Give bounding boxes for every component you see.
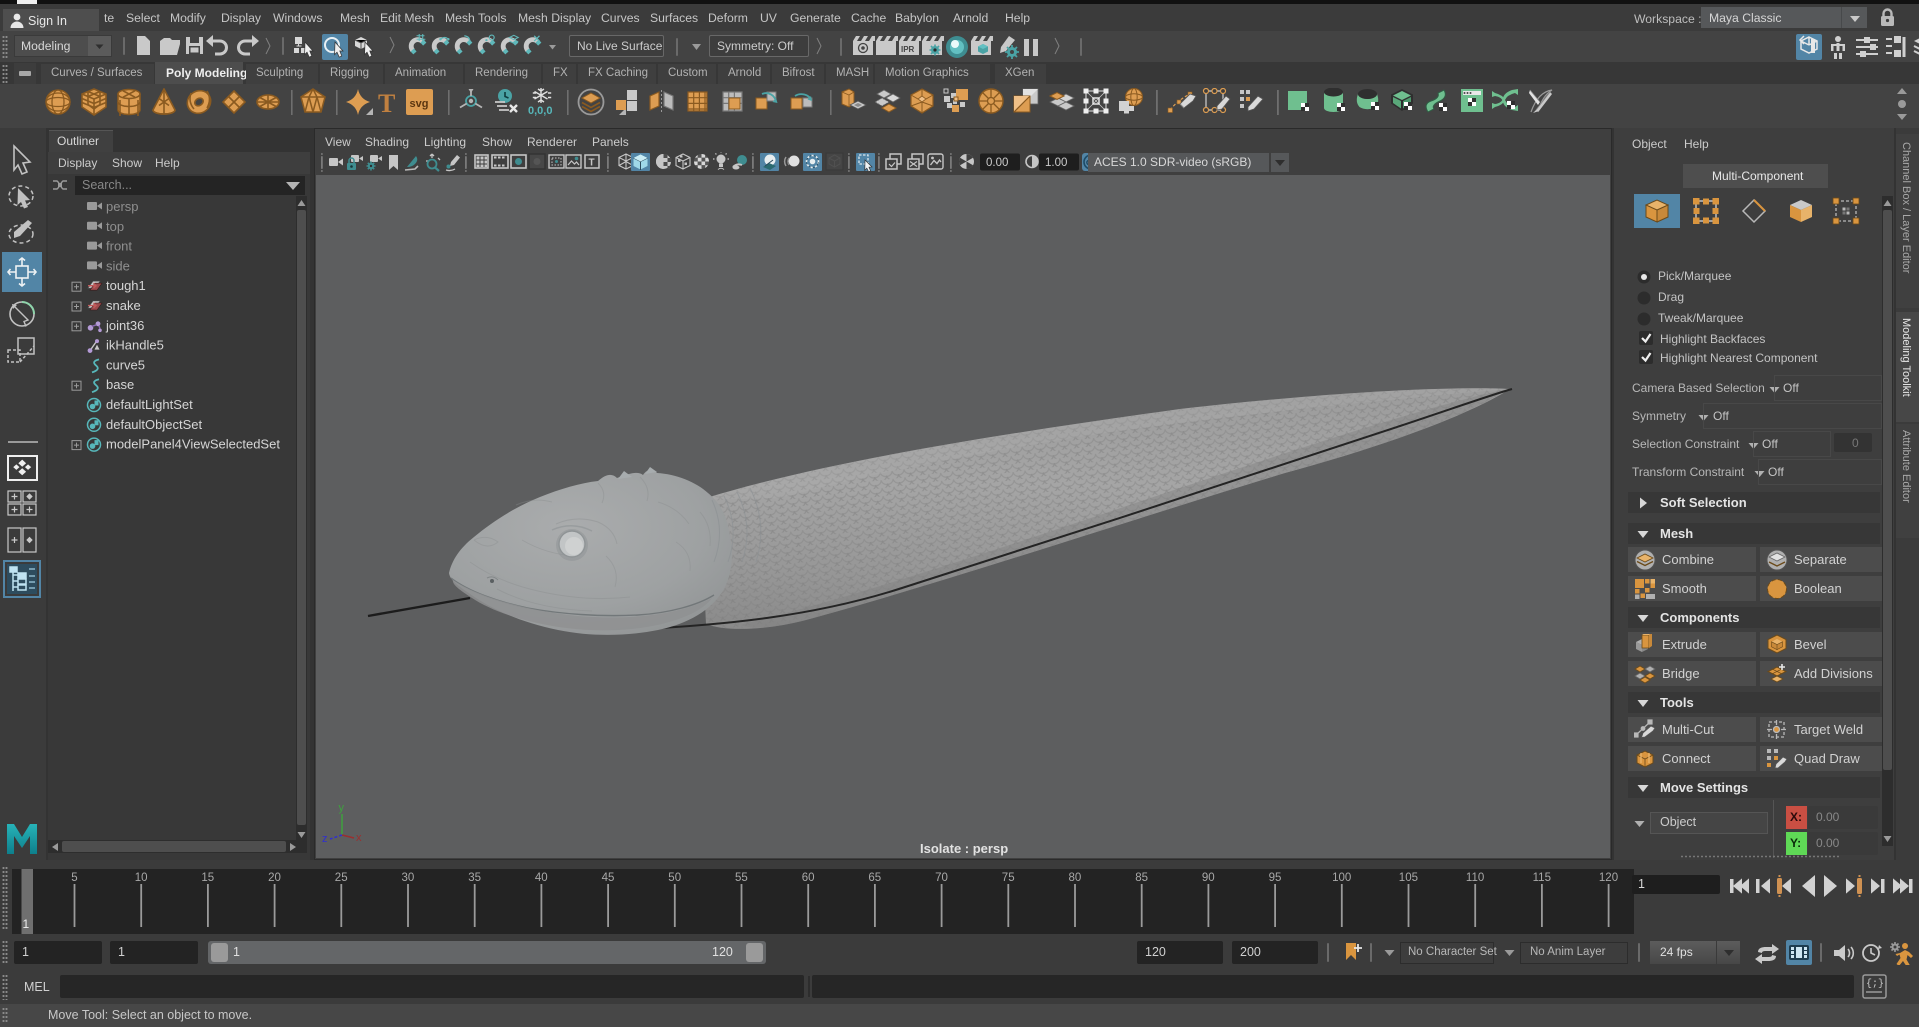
svg-text:defaultObjectSet: defaultObjectSet bbox=[106, 417, 203, 432]
svg-text:joint36: joint36 bbox=[105, 318, 144, 333]
svg-text:80: 80 bbox=[1069, 872, 1082, 884]
svg-text:0.00: 0.00 bbox=[986, 157, 1008, 169]
svg-text:120: 120 bbox=[1599, 872, 1618, 884]
svg-text:90: 90 bbox=[1202, 872, 1215, 884]
svg-text:65: 65 bbox=[868, 872, 881, 884]
svg-text:0,0,0: 0,0,0 bbox=[528, 105, 552, 117]
svg-text:z: z bbox=[322, 833, 328, 845]
svg-text:105: 105 bbox=[1399, 872, 1418, 884]
svg-text:40: 40 bbox=[535, 872, 548, 884]
svg-text:x: x bbox=[356, 832, 362, 844]
svg-text:front: front bbox=[106, 239, 132, 254]
svg-text:T: T bbox=[589, 158, 595, 169]
svg-text:IPR: IPR bbox=[901, 45, 915, 54]
svg-text:1: 1 bbox=[23, 917, 30, 931]
svg-text:curve5: curve5 bbox=[106, 357, 145, 372]
svg-text:5: 5 bbox=[71, 872, 77, 884]
svg-text:snake: snake bbox=[106, 298, 141, 313]
svg-text:base: base bbox=[106, 377, 134, 392]
svg-text:persp: persp bbox=[106, 199, 139, 214]
svg-text:95: 95 bbox=[1269, 872, 1282, 884]
svg-text:modelPanel4ViewSelectedSet: modelPanel4ViewSelectedSet bbox=[106, 437, 280, 452]
svg-text:115: 115 bbox=[1533, 872, 1551, 884]
svg-text:75: 75 bbox=[1002, 872, 1015, 884]
svg-text:T: T bbox=[378, 89, 395, 118]
svg-text:60: 60 bbox=[802, 872, 815, 884]
svg-text:y: y bbox=[339, 802, 345, 814]
svg-text:35: 35 bbox=[468, 872, 481, 884]
svg-text:ikHandle5: ikHandle5 bbox=[106, 338, 164, 353]
svg-text:25: 25 bbox=[335, 872, 348, 884]
svg-text:10: 10 bbox=[135, 872, 148, 884]
svg-text:30: 30 bbox=[402, 872, 415, 884]
svg-text:side: side bbox=[106, 258, 130, 273]
svg-text:svg: svg bbox=[410, 98, 429, 110]
svg-text:45: 45 bbox=[602, 872, 615, 884]
svg-text:50: 50 bbox=[668, 872, 681, 884]
svg-text:85: 85 bbox=[1135, 872, 1148, 884]
svg-text:15: 15 bbox=[201, 872, 214, 884]
svg-text:110: 110 bbox=[1466, 872, 1484, 884]
svg-text:{;}: {;} bbox=[1866, 978, 1884, 990]
svg-text:20: 20 bbox=[268, 872, 281, 884]
svg-text:70: 70 bbox=[935, 872, 948, 884]
svg-text:tough1: tough1 bbox=[106, 278, 146, 293]
svg-text:100: 100 bbox=[1332, 872, 1351, 884]
svg-text:1.00: 1.00 bbox=[1045, 157, 1067, 169]
svg-text:55: 55 bbox=[735, 872, 748, 884]
svg-text:defaultLightSet: defaultLightSet bbox=[106, 397, 193, 412]
svg-text:top: top bbox=[106, 219, 124, 234]
